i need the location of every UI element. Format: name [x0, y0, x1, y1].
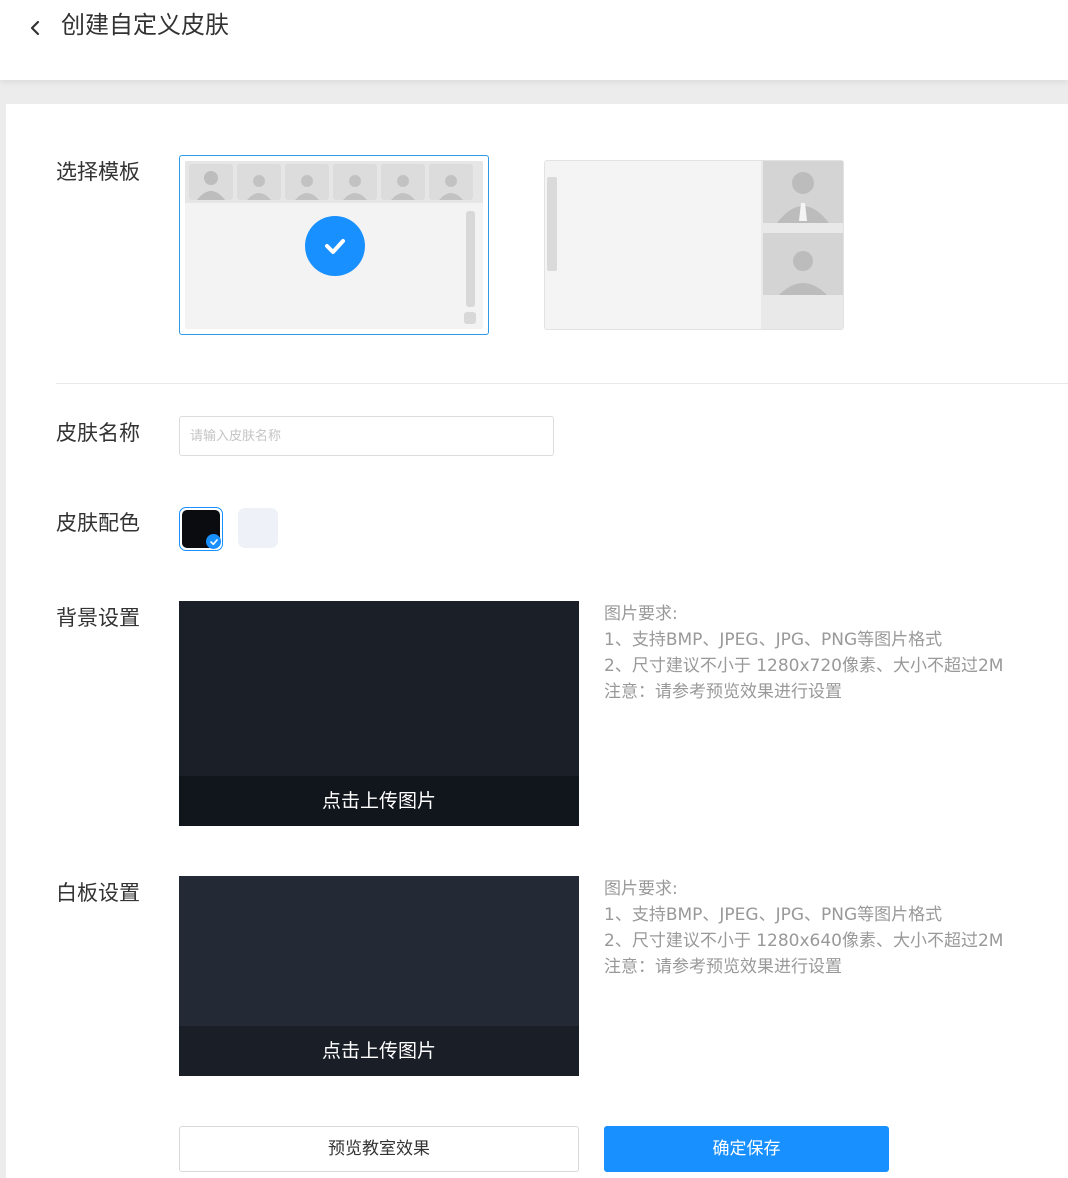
chevron-left-icon — [30, 20, 40, 36]
page-title: 创建自定义皮肤 — [61, 11, 229, 39]
check-icon — [206, 534, 221, 549]
back-button[interactable] — [22, 8, 50, 40]
background-settings-label: 背景设置 — [56, 606, 140, 630]
whiteboard-requirements: 图片要求: 1、支持BMP、JPEG、JPG、PNG等图片格式 2、尺寸建议不小… — [604, 876, 1003, 980]
skin-name-input[interactable] — [179, 416, 554, 456]
template-preview-1 — [185, 161, 483, 329]
requirement-line: 图片要求: — [604, 879, 678, 899]
skin-form-panel: 选择模板 皮肤名称 请输入皮肤名称 皮肤配色 背景设置 点击上传图片 图片要求:… — [6, 104, 1068, 1178]
save-button[interactable]: 确定保存 — [604, 1126, 889, 1172]
user-avatar-thumb — [333, 164, 377, 200]
user-avatar-thumb — [429, 164, 473, 200]
skin-color-label: 皮肤配色 — [56, 511, 140, 535]
teacher-avatar-thumb — [763, 161, 843, 223]
whiteboard-upload-area[interactable]: 点击上传图片 — [179, 876, 579, 1076]
scrollbar-preview — [466, 211, 475, 307]
background-requirements: 图片要求: 1、支持BMP、JPEG、JPG、PNG等图片格式 2、尺寸建议不小… — [604, 601, 1003, 705]
template-label: 选择模板 — [56, 160, 140, 184]
requirement-line: 注意：请参考预览效果进行设置 — [604, 957, 842, 977]
user-avatar-thumb — [237, 164, 281, 200]
color-swatch-light[interactable] — [238, 508, 278, 548]
upload-caption: 点击上传图片 — [179, 776, 579, 826]
template-option-1[interactable] — [179, 155, 489, 335]
whiteboard-settings-label: 白板设置 — [56, 881, 140, 905]
video-thumbnail-strip — [185, 161, 483, 203]
user-avatar-thumb — [381, 164, 425, 200]
section-divider — [56, 383, 1068, 384]
video-side-column — [761, 161, 843, 329]
upload-caption: 点击上传图片 — [179, 1026, 579, 1076]
preview-classroom-button[interactable]: 预览教室效果 — [179, 1126, 579, 1172]
color-swatch-dark[interactable] — [179, 507, 223, 551]
requirement-line: 1、支持BMP、JPEG、JPG、PNG等图片格式 — [604, 905, 943, 925]
background-upload-area[interactable]: 点击上传图片 — [179, 601, 579, 826]
student-avatar-thumb — [763, 233, 843, 295]
requirement-line: 注意：请参考预览效果进行设置 — [604, 682, 842, 702]
user-avatar-thumb — [189, 164, 233, 200]
scrollbar-dot-preview — [464, 312, 476, 324]
requirement-line: 1、支持BMP、JPEG、JPG、PNG等图片格式 — [604, 630, 943, 650]
requirement-line: 图片要求: — [604, 604, 678, 624]
page-header: 创建自定义皮肤 — [0, 0, 1068, 80]
selected-check-icon — [305, 216, 365, 276]
user-avatar-thumb — [285, 164, 329, 200]
scrollbar-preview — [547, 177, 557, 271]
requirement-line: 2、尺寸建议不小于 1280x640像素、大小不超过2M — [604, 931, 1004, 951]
requirement-line: 2、尺寸建议不小于 1280x720像素、大小不超过2M — [604, 656, 1004, 676]
template-option-2[interactable] — [544, 160, 844, 330]
skin-name-label: 皮肤名称 — [56, 421, 140, 445]
